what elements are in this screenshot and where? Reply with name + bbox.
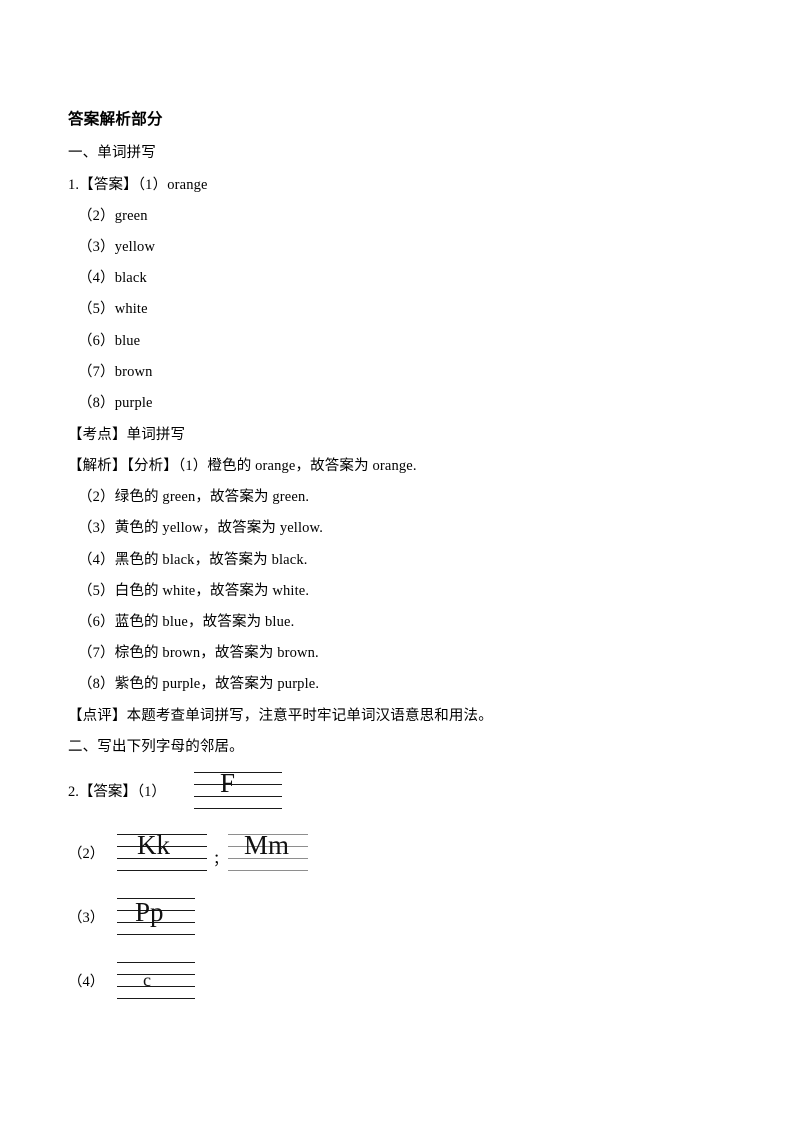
question-1-jiexi-1: 【解析】【分析】（1）橙色的 orange，故答案为 orange. (68, 458, 417, 474)
handwriting-stave-4: c (117, 962, 195, 999)
stave-letter-f: F (220, 768, 236, 798)
question-1-answer-1: 1.【答案】（1）orange (68, 177, 208, 193)
question-1-answer-7: （7）brown (78, 364, 153, 380)
question-2-label-1: 2.【答案】（1） (68, 784, 166, 800)
question-2-label-4: （4） (68, 974, 105, 990)
handwriting-stave-3: Pp (117, 898, 195, 935)
question-1-jiexi-8: （8）紫色的 purple，故答案为 purple. (78, 676, 320, 692)
stave-line-4 (228, 870, 308, 871)
stave-line-2 (117, 974, 195, 975)
question-1-jiexi-2: （2）绿色的 green，故答案为 green. (78, 489, 310, 505)
question-1-jiexi-5: （5）白色的 white，故答案为 white. (78, 583, 310, 599)
stave-letter-c: c (143, 970, 151, 990)
handwriting-stave-2a: Kk (117, 830, 207, 871)
section-one-heading: 一、单词拼写 (68, 145, 156, 161)
question-1-jiexi-6: （6）蓝色的 blue，故答案为 blue. (78, 614, 295, 630)
question-2-label-3: （3） (68, 910, 105, 926)
stave-line-4 (194, 808, 282, 809)
handwriting-stave-2b: Mm (228, 830, 308, 871)
question-2-label-2: （2） (68, 846, 105, 862)
question-1-answer-8: （8）purple (78, 395, 153, 411)
stave-letter-kk: Kk (137, 830, 170, 860)
question-1-answer-6: （6）blue (78, 333, 141, 349)
stave-line-4 (117, 934, 195, 935)
stave-line-3 (117, 986, 195, 987)
question-1-jiexi-7: （7）棕色的 brown，故答案为 brown. (78, 645, 319, 661)
stave-letter-mm: Mm (244, 830, 290, 860)
handwriting-stave-1: F (194, 768, 282, 809)
stave-separator: ； (213, 852, 228, 868)
page-title: 答案解析部分 (68, 111, 163, 128)
question-1-kaodian: 【考点】单词拼写 (68, 427, 186, 443)
stave-line-2 (194, 784, 282, 785)
question-1-answer-4: （4）black (78, 270, 147, 286)
stave-letter-pp: Pp (135, 897, 164, 927)
question-1-jiexi-4: （4）黑色的 black，故答案为 black. (78, 552, 308, 568)
question-1-jiexi-3: （3）黄色的 yellow，故答案为 yellow. (78, 520, 324, 536)
question-1-answer-3: （3）yellow (78, 239, 156, 255)
question-1-answer-5: （5）white (78, 301, 148, 317)
document-page: 答案解析部分 一、单词拼写 1.【答案】（1）orange （2）green （… (0, 0, 793, 1122)
stave-line-4 (117, 998, 195, 999)
stave-line-3 (194, 796, 282, 797)
stave-line-1 (117, 962, 195, 963)
question-1-answer-2: （2）green (78, 208, 148, 224)
stave-line-1 (194, 772, 282, 773)
stave-line-4 (117, 870, 207, 871)
section-two-heading: 二、写出下列字母的邻居。 (68, 739, 244, 755)
question-1-dianping: 【点评】本题考查单词拼写，注意平时牢记单词汉语意思和用法。 (68, 708, 493, 724)
